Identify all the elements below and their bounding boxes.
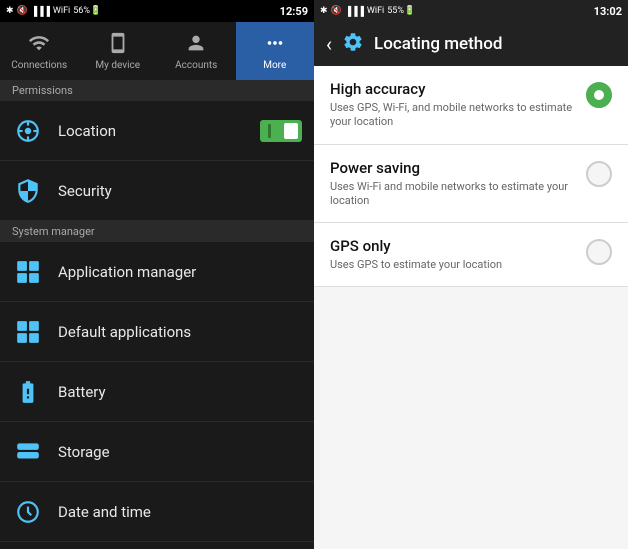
tab-more[interactable]: More [236, 22, 315, 80]
accounts-label: Accounts [175, 60, 217, 71]
location-toggle[interactable] [260, 120, 302, 142]
right-wifi-icon: WiFi [367, 6, 384, 16]
default-apps-item[interactable]: Default applications [0, 302, 314, 362]
system-manager-header: System manager [0, 221, 314, 242]
storage-item-icon [12, 436, 44, 468]
my-device-label: My device [95, 60, 140, 71]
gps-only-option[interactable]: GPS only Uses GPS to estimate your locat… [314, 223, 628, 287]
location-toggle-visual [260, 120, 302, 142]
gps-only-title: GPS only [330, 237, 574, 255]
high-accuracy-option[interactable]: High accuracy Uses GPS, Wi-Fi, and mobil… [314, 66, 628, 145]
location-item[interactable]: Location [0, 101, 314, 161]
right-battery-icon: 55%🔋 [387, 6, 415, 16]
more-label: More [263, 60, 286, 71]
security-item[interactable]: Security [0, 161, 314, 221]
default-apps-label: Default applications [58, 323, 302, 341]
gps-only-text: GPS only Uses GPS to estimate your locat… [330, 237, 574, 272]
power-saving-radio[interactable] [586, 161, 612, 187]
battery-icon: 56%🔋 [73, 6, 101, 16]
high-accuracy-desc: Uses GPS, Wi-Fi, and mobile networks to … [330, 101, 574, 130]
my-device-icon [107, 32, 129, 57]
right-status-time: 13:02 [594, 5, 622, 18]
power-saving-text: Power saving Uses Wi-Fi and mobile netwo… [330, 159, 574, 209]
right-signal-icon: ▐▐▐ [345, 6, 364, 17]
tab-accounts[interactable]: Accounts [157, 22, 236, 80]
location-icon [12, 115, 44, 147]
gps-only-radio[interactable] [586, 239, 612, 265]
connections-icon [28, 32, 50, 57]
storage-label: Storage [58, 443, 302, 461]
toggle-bar [268, 124, 271, 138]
status-bar-left: ✱ 🔇 ▐▐▐ WiFi 56%🔋 12:59 [0, 0, 314, 22]
default-apps-icon [12, 316, 44, 348]
back-button[interactable]: ‹ [326, 32, 332, 56]
tab-my-device[interactable]: My device [79, 22, 158, 80]
battery-item-icon [12, 376, 44, 408]
permissions-header: Permissions [0, 80, 314, 101]
settings-list: Permissions Location [0, 80, 314, 549]
left-status-icons: ✱ 🔇 ▐▐▐ WiFi 56%🔋 [6, 6, 101, 17]
location-label: Location [58, 122, 260, 140]
high-accuracy-text: High accuracy Uses GPS, Wi-Fi, and mobil… [330, 80, 574, 130]
tab-connections[interactable]: Connections [0, 22, 79, 80]
right-panel: ✱ 🔇 ▐▐▐ WiFi 55%🔋 13:02 ‹ Locating metho… [314, 0, 628, 549]
battery-label: Battery [58, 383, 302, 401]
date-time-label: Date and time [58, 503, 302, 521]
power-saving-option[interactable]: Power saving Uses Wi-Fi and mobile netwo… [314, 145, 628, 224]
app-manager-label: Application manager [58, 263, 302, 281]
connections-label: Connections [11, 60, 67, 71]
right-status-icons: ✱ 🔇 ▐▐▐ WiFi 55%🔋 [320, 6, 415, 17]
left-status-time: 12:59 [280, 5, 308, 18]
app-manager-icon [12, 256, 44, 288]
right-toolbar: ‹ Locating method [314, 22, 628, 66]
battery-item[interactable]: Battery [0, 362, 314, 422]
status-bar-right: ✱ 🔇 ▐▐▐ WiFi 55%🔋 13:02 [314, 0, 628, 22]
storage-item[interactable]: Storage [0, 422, 314, 482]
right-bluetooth-icon: ✱ [320, 6, 328, 16]
toolbar-title: Locating method [374, 34, 502, 54]
power-saving-title: Power saving [330, 159, 574, 177]
right-content: High accuracy Uses GPS, Wi-Fi, and mobil… [314, 66, 628, 549]
right-mute-icon: 🔇 [331, 6, 342, 16]
date-time-item[interactable]: Date and time [0, 482, 314, 542]
signal-icon: ▐▐▐ [31, 6, 50, 17]
left-panel: ✱ 🔇 ▐▐▐ WiFi 56%🔋 12:59 Connections My d… [0, 0, 314, 549]
high-accuracy-title: High accuracy [330, 80, 574, 98]
bluetooth-icon: ✱ [6, 6, 14, 16]
power-saving-desc: Uses Wi-Fi and mobile networks to estima… [330, 180, 574, 209]
developer-item[interactable]: Developer options [0, 542, 314, 549]
toggle-knob [284, 123, 298, 139]
more-icon [264, 32, 286, 57]
gps-only-desc: Uses GPS to estimate your location [330, 258, 574, 272]
security-icon [12, 175, 44, 207]
mute-icon: 🔇 [17, 6, 28, 16]
tab-bar: Connections My device Accounts [0, 22, 314, 80]
security-label: Security [58, 182, 302, 200]
app-manager-item[interactable]: Application manager [0, 242, 314, 302]
locating-gear-icon [342, 31, 364, 58]
wifi-icon: WiFi [53, 6, 70, 16]
date-time-icon [12, 496, 44, 528]
high-accuracy-radio[interactable] [586, 82, 612, 108]
accounts-icon [185, 32, 207, 57]
